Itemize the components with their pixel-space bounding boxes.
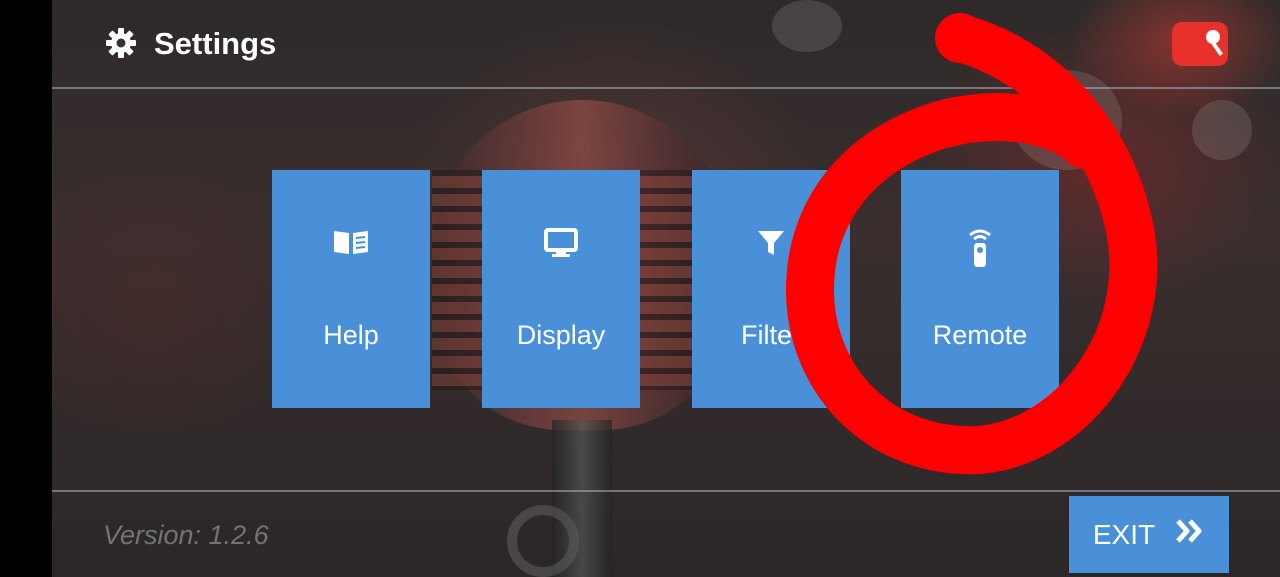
display-label: Display xyxy=(516,320,606,350)
bokeh-light xyxy=(1192,100,1252,160)
filter-icon xyxy=(692,228,850,260)
book-icon xyxy=(272,228,430,260)
header: Settings xyxy=(52,0,1280,88)
exit-label: EXIT xyxy=(1092,518,1156,550)
microphone-ring xyxy=(507,505,579,577)
remote-label: Remote xyxy=(932,320,1028,350)
version-text: Version: 1.2.6 xyxy=(103,520,269,550)
display-tile-button[interactable]: Display xyxy=(482,170,640,408)
remote-tile-button[interactable]: Remote xyxy=(901,170,1059,408)
page-title: Settings xyxy=(154,26,277,61)
double-chevron-right-icon xyxy=(1175,518,1205,551)
settings-screen: Settings Help Display Filter Remote Vers… xyxy=(52,0,1280,577)
monitor-icon xyxy=(482,228,640,260)
karaoke-app-logo xyxy=(1172,22,1228,66)
footer-divider xyxy=(52,490,1280,492)
left-black-bar xyxy=(0,0,52,577)
exit-button[interactable]: EXIT xyxy=(1069,496,1229,573)
help-label: Help xyxy=(323,320,379,350)
filter-label: Filter xyxy=(741,320,801,350)
filter-tile-button[interactable]: Filter xyxy=(692,170,850,408)
help-tile-button[interactable]: Help xyxy=(272,170,430,408)
gear-icon xyxy=(105,27,137,59)
remote-icon xyxy=(901,228,1059,267)
header-divider xyxy=(52,87,1280,89)
